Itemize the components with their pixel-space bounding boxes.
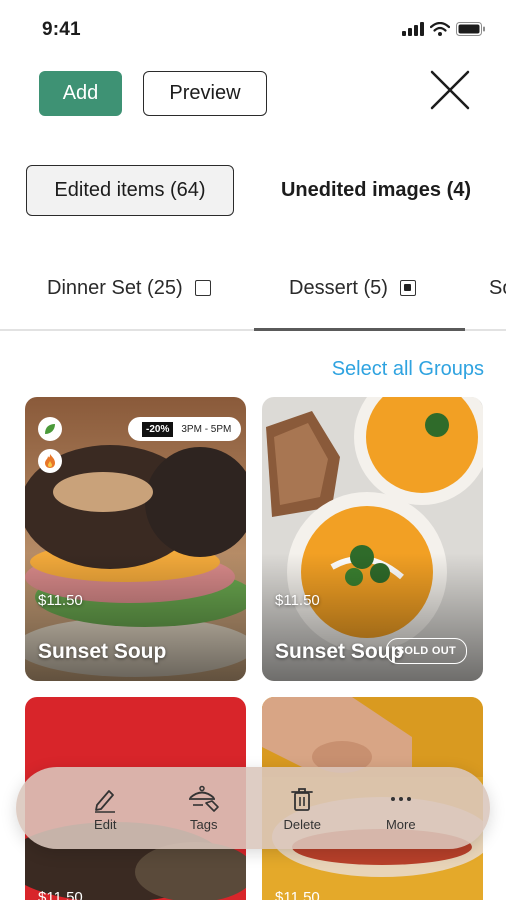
action-label: Tags <box>190 816 218 832</box>
tab-label: Dinner Set (25) <box>47 276 183 299</box>
tab-checkbox[interactable] <box>194 280 211 296</box>
bulk-action-bar: Edit Tags Delete More <box>16 767 490 849</box>
segment-unedited-images[interactable]: Unedited images (4) <box>262 165 490 216</box>
card-price: $11.50 <box>275 592 320 609</box>
action-label: More <box>385 816 416 832</box>
promo-badge: -20% 3PM - 5PM <box>128 417 242 441</box>
segment-edited-items[interactable]: Edited items (64) <box>26 165 234 216</box>
leaf-icon <box>45 424 55 434</box>
tags-action[interactable]: Tags <box>174 785 234 832</box>
card-price: $11.50 <box>38 592 83 609</box>
card-name: Sunset Soup <box>38 640 167 663</box>
tag-icon <box>188 785 219 812</box>
select-all-groups-link[interactable]: Select all Groups <box>332 358 484 381</box>
discount-label: -20% <box>142 421 174 437</box>
edit-action[interactable]: Edit <box>75 785 135 832</box>
more-action[interactable]: More <box>371 785 431 832</box>
spicy-badge <box>38 449 62 473</box>
signal-icon <box>402 22 424 36</box>
tab-label: So <box>489 276 506 299</box>
vegan-badge <box>38 417 62 441</box>
status-icons <box>402 22 486 36</box>
trash-icon <box>291 787 314 811</box>
battery-icon <box>456 22 485 36</box>
card-price: $11.50 <box>38 889 83 900</box>
more-icon <box>390 796 411 801</box>
pencil-icon <box>95 789 116 813</box>
add-button[interactable]: Add <box>39 71 122 116</box>
tab-partial[interactable]: So <box>489 270 506 306</box>
promo-time: 3PM - 5PM <box>181 423 232 435</box>
active-tab-indicator <box>254 328 465 331</box>
status-time: 9:41 <box>42 19 81 40</box>
action-label: Delete <box>283 816 322 832</box>
sold-out-badge: SOLD OUT <box>385 638 467 664</box>
menu-item-card[interactable]: -20% 3PM - 5PM $11.50 Sunset Soup <box>25 397 246 681</box>
action-label: Edit <box>94 816 117 832</box>
close-icon <box>430 70 470 110</box>
delete-action[interactable]: Delete <box>272 785 332 832</box>
card-price: $11.50 <box>275 889 320 900</box>
menu-item-card[interactable]: $11.50 Sunset Soup SOLD OUT <box>262 397 483 681</box>
tab-label: Dessert (5) <box>289 276 388 299</box>
tab-checkbox-checked[interactable] <box>399 280 416 296</box>
preview-button[interactable]: Preview <box>143 71 267 116</box>
wifi-icon <box>430 22 450 36</box>
tab-dinner-set[interactable]: Dinner Set (25) <box>47 270 211 306</box>
fire-icon <box>45 454 55 468</box>
tab-dessert[interactable]: Dessert (5) <box>289 270 416 306</box>
close-button[interactable] <box>428 68 472 112</box>
